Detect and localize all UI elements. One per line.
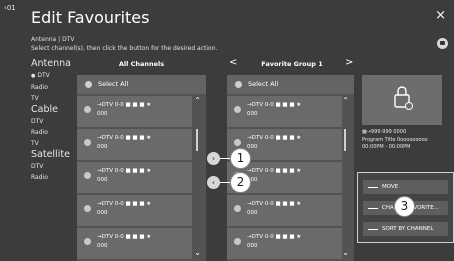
source-sidebar: Antenna DTV Radio TV Cable DTV Radio TV …: [31, 58, 71, 183]
sidebar-item-antenna-tv[interactable]: TV: [31, 93, 71, 104]
row-checkbox[interactable]: [234, 238, 241, 245]
row-checkbox[interactable]: [84, 205, 91, 212]
callout-line: [220, 182, 230, 183]
scroll-down-icon[interactable]: ⌄: [194, 248, 201, 257]
move-button[interactable]: MOVE: [363, 180, 448, 194]
channel-info: →DTV 0-0 ■ ■ ■ ★: [247, 168, 302, 174]
scroll-up-icon[interactable]: ⌃: [342, 96, 349, 105]
channel-row[interactable]: →DTV 0-0 ■ ■ ■ ★ 000: [227, 228, 342, 259]
sidebar-heading-cable[interactable]: Cable: [31, 104, 71, 116]
callout-2: 2: [230, 172, 251, 193]
select-all-checkbox[interactable]: [235, 81, 242, 88]
callout-line: [220, 158, 230, 159]
scrollbar[interactable]: [196, 129, 198, 151]
channel-name: 000: [97, 177, 108, 183]
channel-row[interactable]: →DTV 0-0 ■ ■ ■ ★ 000: [77, 162, 192, 193]
sidebar-heading-satellite[interactable]: Satellite: [31, 149, 71, 161]
channel-name: 000: [97, 111, 108, 117]
remove-from-favorite-button[interactable]: ‹: [207, 176, 220, 189]
channel-info: →DTV 0-0 ■ ■ ■ ★: [247, 201, 302, 207]
preview-time: 00:00PM - 00:00PM: [362, 144, 411, 150]
row-checkbox[interactable]: [234, 139, 241, 146]
sidebar-item-satellite-radio[interactable]: Radio: [31, 172, 71, 183]
next-group-icon[interactable]: >: [345, 57, 353, 68]
row-checkbox[interactable]: [234, 205, 241, 212]
page-number: ‹01: [4, 4, 16, 12]
source-breadcrumb: Antenna | DTV: [31, 36, 75, 43]
favorite-group-header: Favorite Group 1: [261, 60, 323, 68]
select-all-right[interactable]: Select All: [227, 75, 354, 94]
channel-info: →DTV 0-0 ■ ■ ■ ★: [247, 234, 302, 240]
sidebar-item-cable-radio[interactable]: Radio: [31, 127, 71, 138]
sidebar-item-antenna-dtv[interactable]: DTV: [31, 70, 71, 82]
select-all-label: Select All: [248, 80, 279, 88]
preview-channel: ▩→999-999 0000: [362, 129, 407, 135]
channel-info: →DTV 0-0 ■ ■ ■ ★: [247, 135, 302, 141]
select-all-left[interactable]: Select All: [77, 75, 206, 94]
preview-thumbnail: [362, 75, 442, 125]
channel-row[interactable]: →DTV 0-0 ■ ■ ■ ★ 000: [227, 195, 342, 226]
page-title: Edit Favourites: [31, 8, 150, 27]
row-checkbox[interactable]: [84, 172, 91, 179]
sidebar-item-satellite-dtv[interactable]: DTV: [31, 161, 71, 172]
channel-name: 000: [247, 210, 258, 216]
scroll-up-icon[interactable]: ⌃: [194, 96, 201, 105]
channel-name: 000: [97, 144, 108, 150]
row-checkbox[interactable]: [84, 106, 91, 113]
channel-name: 000: [247, 243, 258, 249]
channel-info: →DTV 0-0 ■ ■ ■ ★: [97, 201, 152, 207]
channel-row[interactable]: →DTV 0-0 ■ ■ ■ ★ 000: [77, 228, 192, 259]
sidebar-heading-antenna[interactable]: Antenna: [31, 58, 71, 70]
sidebar-item-cable-tv[interactable]: TV: [31, 138, 71, 149]
channel-name: 000: [247, 111, 258, 117]
callout-3: 3: [394, 196, 415, 217]
help-icon[interactable]: [437, 38, 448, 49]
channel-name: 000: [247, 144, 258, 150]
callout-1: 1: [230, 148, 251, 169]
channel-info: →DTV 0-0 ■ ■ ■ ★: [97, 168, 152, 174]
channel-row[interactable]: →DTV 0-0 ■ ■ ■ ★ 000: [77, 129, 192, 160]
all-channels-header: All Channels: [118, 60, 165, 68]
select-all-checkbox[interactable]: [85, 81, 92, 88]
channel-name: 000: [97, 243, 108, 249]
row-checkbox[interactable]: [84, 238, 91, 245]
sidebar-item-cable-dtv[interactable]: DTV: [31, 116, 71, 127]
scroll-down-icon[interactable]: ⌄: [342, 248, 349, 257]
channel-row[interactable]: →DTV 0-0 ■ ■ ■ ★ 000: [227, 96, 342, 127]
channel-info: →DTV 0-0 ■ ■ ■ ★: [97, 234, 152, 240]
all-channels-list: Select All →DTV 0-0 ■ ■ ■ ★ 000 →DTV 0-0 …: [77, 75, 206, 261]
close-icon[interactable]: ×: [435, 9, 446, 22]
channel-info: →DTV 0-0 ■ ■ ■ ★: [97, 102, 152, 108]
favorite-channels-list: Select All →DTV 0-0 ■ ■ ■ ★ 000 →DTV 0-0 …: [227, 75, 354, 261]
sidebar-item-antenna-radio[interactable]: Radio: [31, 82, 71, 93]
select-all-label: Select All: [98, 80, 129, 88]
add-to-favorite-button[interactable]: ›: [207, 152, 220, 165]
channel-row[interactable]: →DTV 0-0 ■ ■ ■ ★ 000: [77, 195, 192, 226]
channel-info: →DTV 0-0 ■ ■ ■ ★: [247, 102, 302, 108]
instruction-text: Select channel(s), then click the button…: [31, 45, 218, 52]
channel-info: →DTV 0-0 ■ ■ ■ ★: [97, 135, 152, 141]
prev-group-icon[interactable]: <: [229, 57, 237, 68]
sort-by-channel-button[interactable]: SORT BY CHANNEL: [363, 222, 448, 236]
row-checkbox[interactable]: [234, 106, 241, 113]
lock-icon: [394, 86, 413, 110]
channel-row[interactable]: →DTV 0-0 ■ ■ ■ ★ 000: [77, 96, 192, 127]
row-checkbox[interactable]: [84, 139, 91, 146]
preview-program: Program Title 0ooooooooo: [362, 137, 428, 143]
scrollbar[interactable]: [344, 129, 346, 151]
channel-name: 000: [97, 210, 108, 216]
